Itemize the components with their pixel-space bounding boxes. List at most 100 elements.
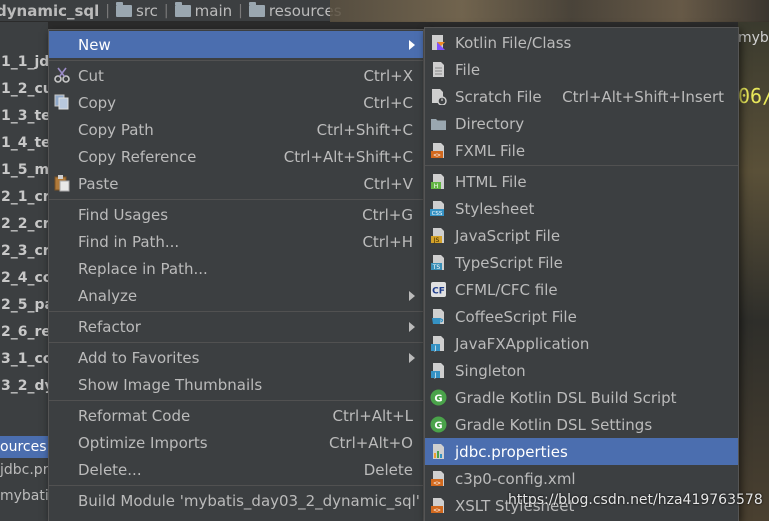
menu-item-copy-path[interactable]: Copy Path Ctrl+Shift+C	[49, 116, 423, 143]
editor-tab[interactable]: myba	[738, 30, 769, 50]
context-menu: New Cut Ctrl+X Copy Ctrl+C Copy Path Ctr…	[48, 29, 424, 521]
svg-text:H: H	[434, 183, 439, 190]
project-tree-item[interactable]: mybatis	[0, 484, 48, 508]
submenu-item-c3p0-config[interactable]: <> c3p0-config.xml	[425, 465, 738, 492]
submenu-item-file[interactable]: File	[425, 56, 738, 83]
submenu-item-directory[interactable]: Directory	[425, 110, 738, 137]
menu-item-copy[interactable]: Copy Ctrl+C	[49, 89, 423, 116]
menu-item-shortcut: Ctrl+Alt+L	[332, 406, 414, 425]
menu-item-build-module[interactable]: Build Module 'mybatis_day03_2_dynamic_sq…	[49, 487, 423, 514]
menu-item-label: Find in Path...	[78, 232, 180, 251]
menu-item-new[interactable]: New	[49, 31, 423, 58]
svg-text:G: G	[434, 394, 442, 405]
breadcrumb-item-resources[interactable]: resources	[248, 0, 342, 22]
breadcrumb-item-module[interactable]: dynamic_sql	[0, 0, 99, 22]
file-icon	[430, 61, 447, 78]
svg-text:J: J	[434, 372, 437, 379]
project-tree-item[interactable]: 1_3_te	[0, 103, 48, 130]
menu-item-shortcut: Ctrl+X	[363, 66, 413, 85]
project-tree-item[interactable]: 2_2_cru	[0, 211, 48, 238]
submenu-item-stylesheet[interactable]: CSS Stylesheet	[425, 195, 738, 222]
menu-item-replace-in-path[interactable]: Replace in Path...	[49, 255, 423, 282]
project-panel: 1_1_jd 1_2_cu 1_3_te 1_4_te 1_5_my 2_1_c…	[0, 22, 48, 521]
submenu-item-label: JavaScript File	[455, 226, 561, 245]
javafx-file-icon: J	[430, 335, 447, 352]
scissors-icon	[54, 67, 70, 83]
svg-text:<>: <>	[433, 480, 441, 487]
menu-item-optimize-imports[interactable]: Optimize Imports Ctrl+Alt+O	[49, 429, 423, 456]
submenu-arrow-icon	[409, 321, 415, 332]
breadcrumb-item-main[interactable]: main	[174, 0, 232, 22]
submenu-item-kotlin-file[interactable]: Kotlin File/Class	[425, 29, 738, 56]
coffeescript-file-icon	[430, 308, 447, 325]
breadcrumb-label: src	[136, 1, 158, 20]
svg-text:TS: TS	[432, 264, 441, 271]
menu-item-copy-reference[interactable]: Copy Reference Ctrl+Alt+Shift+C	[49, 143, 423, 170]
submenu-item-label: FXML File	[455, 141, 526, 160]
menu-item-add-to-favorites[interactable]: Add to Favorites	[49, 344, 423, 371]
project-tree-item-selected[interactable]: ources	[0, 436, 48, 458]
submenu-item-label: TypeScript File	[455, 253, 563, 272]
submenu-item-label: Gradle Kotlin DSL Settings	[455, 415, 653, 434]
menu-item-label: Build Module 'mybatis_day03_2_dynamic_sq…	[78, 491, 420, 510]
submenu-item-html-file[interactable]: H HTML File	[425, 168, 738, 195]
menu-item-find-in-path[interactable]: Find in Path... Ctrl+H	[49, 228, 423, 255]
submenu-item-label: XSLT Stylesheet	[455, 496, 575, 515]
menu-separator	[49, 60, 423, 61]
menu-item-label: Copy Path	[78, 120, 154, 139]
breadcrumb-separator: |	[238, 2, 243, 19]
java-file-icon: J	[430, 362, 447, 379]
clipboard-icon	[54, 175, 70, 192]
submenu-item-gradle-settings[interactable]: G Gradle Kotlin DSL Settings	[425, 411, 738, 438]
project-tree-item[interactable]: 2_5_pa	[0, 292, 48, 319]
menu-item-reformat-code[interactable]: Reformat Code Ctrl+Alt+L	[49, 402, 423, 429]
submenu-item-xslt-stylesheet[interactable]: <> XSLT Stylesheet	[425, 492, 738, 519]
menu-item-label: Cut	[78, 66, 104, 85]
menu-item-show-image-thumbnails[interactable]: Show Image Thumbnails	[49, 371, 423, 398]
project-tree-item[interactable]: 1_4_te	[0, 130, 48, 157]
submenu-item-coffeescript-file[interactable]: CoffeeScript File	[425, 303, 738, 330]
project-tree-item[interactable]: 3_2_dy	[0, 373, 48, 400]
project-tree-item[interactable]: 2_3_cru	[0, 238, 48, 265]
menu-item-delete[interactable]: Delete... Delete	[49, 456, 423, 483]
svg-text:JS: JS	[433, 237, 440, 244]
project-tree-item[interactable]: 2_6_re	[0, 319, 48, 346]
project-tree-item[interactable]: 2_4_co	[0, 265, 48, 292]
menu-item-refactor[interactable]: Refactor	[49, 313, 423, 340]
breadcrumb-item-src[interactable]: src	[116, 0, 158, 22]
project-tree-item[interactable]: 1_2_cu	[0, 76, 48, 103]
submenu-item-label: HTML File	[455, 172, 527, 191]
submenu-item-scratch-file[interactable]: Scratch File Ctrl+Alt+Shift+Insert	[425, 83, 738, 110]
submenu-item-cfml-file[interactable]: CF CFML/CFC file	[425, 276, 738, 303]
menu-separator	[49, 199, 423, 200]
folder-icon	[116, 1, 133, 17]
submenu-item-typescript-file[interactable]: TS TypeScript File	[425, 249, 738, 276]
menu-item-find-usages[interactable]: Find Usages Ctrl+G	[49, 201, 423, 228]
svg-text:CF: CF	[432, 287, 445, 297]
submenu-arrow-icon	[409, 352, 415, 363]
submenu-item-fxml-file[interactable]: <> FXML File	[425, 137, 738, 164]
project-tree-item[interactable]: 3_1_co	[0, 346, 48, 373]
project-tree-item[interactable]: 1_1_jd	[0, 49, 48, 76]
submenu-item-jdbc-properties[interactable]: jdbc.properties	[425, 438, 738, 465]
gradle-icon: G	[430, 389, 447, 406]
submenu-item-javascript-file[interactable]: JS JavaScript File	[425, 222, 738, 249]
folder-icon	[174, 1, 191, 17]
properties-file-icon	[430, 443, 447, 460]
folder-icon	[430, 115, 447, 132]
project-tree-item[interactable]: 2_1_cru	[0, 184, 48, 211]
submenu-item-javafx-application[interactable]: J JavaFXApplication	[425, 330, 738, 357]
project-tree-item[interactable]: jdbc.pr	[0, 458, 48, 482]
submenu-item-gradle-build-script[interactable]: G Gradle Kotlin DSL Build Script	[425, 384, 738, 411]
menu-item-label: Replace in Path...	[78, 259, 208, 278]
menu-item-paste[interactable]: Paste Ctrl+V	[49, 170, 423, 197]
ts-file-icon: TS	[430, 254, 447, 271]
project-tree-item[interactable]: 1_5_my	[0, 157, 48, 184]
menu-separator	[49, 485, 423, 486]
js-file-icon: JS	[430, 227, 447, 244]
submenu-item-singleton[interactable]: J Singleton	[425, 357, 738, 384]
menu-item-analyze[interactable]: Analyze	[49, 282, 423, 309]
breadcrumb-separator: |	[163, 2, 169, 19]
menu-item-cut[interactable]: Cut Ctrl+X	[49, 62, 423, 89]
menu-item-shortcut: Delete	[363, 460, 413, 479]
